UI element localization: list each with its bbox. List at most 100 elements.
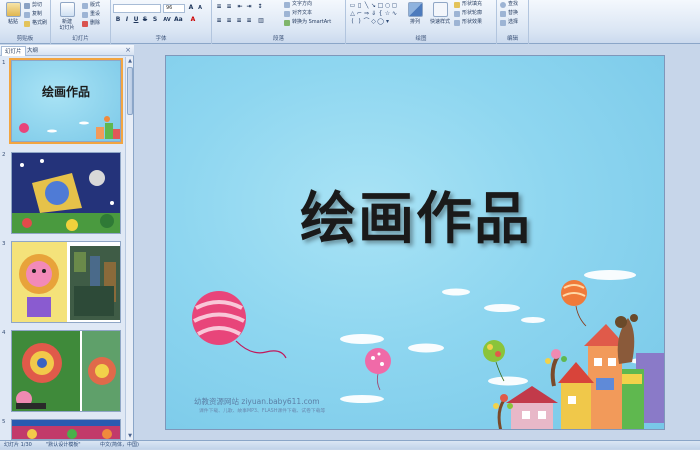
change-case-button[interactable]: Aa [174, 16, 183, 24]
scrollbar-thumb[interactable] [127, 67, 133, 115]
curve-shape[interactable]: ∿ [391, 10, 398, 17]
callout-shape[interactable]: ◯ [377, 18, 384, 25]
rect-shape[interactable]: □ [377, 2, 384, 9]
new-slide-icon [59, 2, 75, 17]
font-size-select[interactable]: 96 [163, 4, 185, 13]
shape-fill-button[interactable]: 形状填充 [454, 1, 482, 8]
slide-canvas[interactable]: 绘画作品 幼教资源网站 ziyuan.baby611.com 课件下载、儿歌、故… [165, 55, 665, 430]
paragraph-group: ≡ ≡ ⇤ ⇥ ↕ ≡ ≡ ≡ ≡ ▥ 文字方向 对齐文本 转换为 SmartA… [212, 0, 346, 44]
triangle-shape[interactable]: △ [349, 10, 356, 17]
rounded-rect-shape[interactable]: ▢ [391, 2, 398, 9]
decrease-indent-button[interactable]: ⇤ [236, 3, 244, 11]
justify-button[interactable]: ≡ [245, 17, 253, 25]
brace-shape[interactable]: { [377, 10, 384, 17]
arrange-button[interactable]: 排列 [404, 2, 426, 34]
reset-button[interactable]: 重设 [82, 11, 100, 18]
align-center-button[interactable]: ≡ [225, 17, 233, 25]
strikethrough-button[interactable]: S [141, 16, 149, 24]
cut-button[interactable]: 剪切 [24, 2, 42, 9]
slides-label: 幻灯片 [72, 36, 89, 42]
slide-editing-area: 绘画作品 幼教资源网站 ziyuan.baby611.com 课件下载、儿歌、故… [135, 45, 700, 440]
vtextbox-shape[interactable]: ▯ [356, 2, 363, 9]
tab-slides[interactable]: 幻灯片 [1, 46, 26, 56]
bracket-shape[interactable]: ( [349, 18, 356, 25]
arrow-right-shape[interactable]: ⇒ [363, 10, 370, 17]
slide-number: 3 [2, 241, 6, 247]
slide-thumbnail-5[interactable] [11, 419, 121, 440]
slide-thumbnail-4[interactable] [11, 330, 121, 412]
shadow-button[interactable]: S [151, 16, 159, 24]
village [493, 314, 664, 429]
arrow-down-shape[interactable]: ⇓ [370, 10, 377, 17]
find-icon [500, 1, 506, 8]
font-color-button[interactable]: A [189, 16, 197, 24]
align-left-button[interactable]: ≡ [215, 17, 223, 25]
underline-button[interactable]: U [132, 16, 140, 24]
quick-styles-icon [432, 2, 448, 17]
close-panel-icon[interactable]: × [125, 46, 131, 55]
slide-title[interactable]: 绘画作品 [166, 174, 664, 255]
oval-shape[interactable]: ○ [384, 2, 391, 9]
thumbnail-art [19, 116, 120, 139]
editing-group: 查找 替换 选择 编辑 [497, 0, 529, 44]
textbox-shape[interactable]: ▭ [349, 2, 356, 9]
thumbnail-art [12, 331, 120, 411]
select-button[interactable]: 选择 [500, 19, 518, 26]
italic-button[interactable]: I [123, 16, 131, 24]
thumbnail-scrollbar[interactable]: ▲ ▼ [125, 57, 133, 440]
arrange-icon [407, 2, 423, 17]
find-button[interactable]: 查找 [500, 1, 518, 8]
bold-button[interactable]: B [114, 16, 122, 24]
slide-number: 2 [2, 152, 6, 158]
paste-button[interactable]: 粘贴 [2, 2, 24, 34]
star-shape[interactable]: ☆ [384, 10, 391, 17]
layout-button[interactable]: 版式 [82, 2, 100, 9]
new-slide-button[interactable]: 新建 幻灯片 [54, 2, 80, 34]
columns-button[interactable]: ▥ [257, 17, 265, 25]
thumbnail-art [12, 420, 120, 439]
text-direction-button[interactable]: 文字方向 [284, 1, 312, 8]
clipboard-group: 粘贴 剪切 复制 格式刷 剪贴板 [0, 0, 51, 44]
font-family-select[interactable] [113, 4, 161, 13]
scroll-up-icon[interactable]: ▲ [126, 57, 134, 65]
scroll-down-icon[interactable]: ▼ [126, 432, 134, 440]
format-painter-button[interactable]: 格式刷 [24, 20, 47, 27]
clipboard-label: 剪贴板 [16, 36, 34, 42]
ribbon-shape[interactable]: ⌒ [363, 18, 370, 25]
lshape-shape[interactable]: ⌐ [356, 10, 363, 17]
slide-thumbnail-3[interactable] [11, 241, 121, 323]
drawing-group: ▭ ▯ ╲ ↘ □ ○ ▢ △ ⌐ ⇒ ⇓ { ☆ ∿ ( ) ⌒ ◇ ◯ ▾ … [346, 0, 497, 44]
line-shape[interactable]: ╲ [363, 2, 370, 9]
smartart-button[interactable]: 转换为 SmartArt [284, 19, 331, 26]
shape-effects-button[interactable]: 形状效果 [454, 19, 482, 26]
quick-styles-button[interactable]: 快速样式 [428, 2, 452, 34]
shrink-font-button[interactable]: A [196, 4, 204, 12]
flow-shape[interactable]: ◇ [370, 18, 377, 25]
bullets-button[interactable]: ≡ [215, 3, 223, 11]
editing-label: 编辑 [506, 36, 518, 42]
slide-thumbnail-1[interactable]: 绘画作品 [9, 58, 123, 144]
copy-button[interactable]: 复制 [24, 11, 42, 18]
replace-button[interactable]: 替换 [500, 10, 518, 17]
tab-outline[interactable]: 大纲 [24, 46, 41, 56]
align-text-button[interactable]: 对齐文本 [284, 10, 312, 17]
spacing-button[interactable]: AV [163, 16, 171, 24]
replace-icon [500, 10, 506, 17]
layout-icon [82, 2, 88, 9]
font-label: 字体 [155, 36, 167, 42]
balloon-pink [192, 291, 287, 359]
more-shapes[interactable]: ▾ [384, 18, 391, 25]
align-right-button[interactable]: ≡ [235, 17, 243, 25]
grow-font-button[interactable]: A [187, 4, 195, 12]
bracket2-shape[interactable]: ) [356, 18, 363, 25]
effects-icon [454, 19, 460, 26]
numbering-button[interactable]: ≡ [225, 3, 233, 11]
slides-group: 新建 幻灯片 版式 重设 删除 幻灯片 [51, 0, 111, 44]
delete-slide-button[interactable]: 删除 [82, 20, 100, 27]
smartart-icon [284, 19, 290, 26]
shape-outline-button[interactable]: 形状轮廓 [454, 10, 482, 17]
slide-thumbnail-2[interactable] [11, 152, 121, 234]
arrow-shape[interactable]: ↘ [370, 2, 377, 9]
line-spacing-button[interactable]: ↕ [256, 3, 264, 11]
increase-indent-button[interactable]: ⇥ [245, 3, 253, 11]
